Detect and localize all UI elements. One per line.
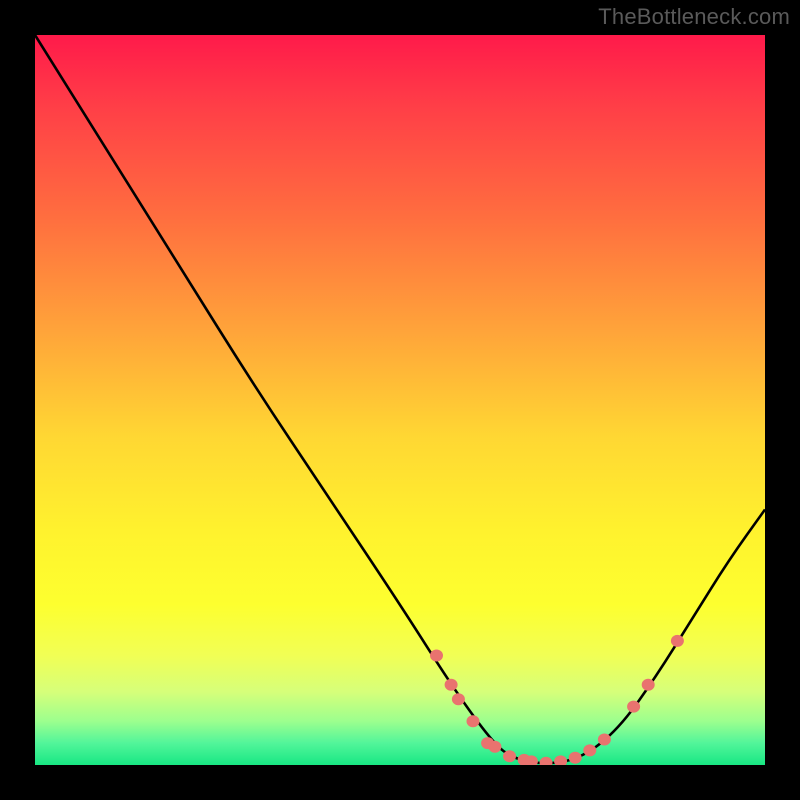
data-marker [671,635,684,647]
data-marker [540,757,553,765]
data-marker [445,679,458,691]
chart-svg [35,35,765,765]
data-markers [430,635,684,765]
data-marker [598,733,611,745]
data-marker [642,679,655,691]
bottleneck-curve [35,35,765,763]
data-marker [488,741,501,753]
data-marker [452,693,465,705]
data-marker [554,755,567,765]
watermark-text: TheBottleneck.com [598,4,790,30]
data-marker [583,744,596,756]
data-marker [430,650,443,662]
data-marker [569,752,582,764]
data-marker [503,750,516,762]
data-marker [627,701,640,713]
chart-plot-area [35,35,765,765]
data-marker [467,715,480,727]
